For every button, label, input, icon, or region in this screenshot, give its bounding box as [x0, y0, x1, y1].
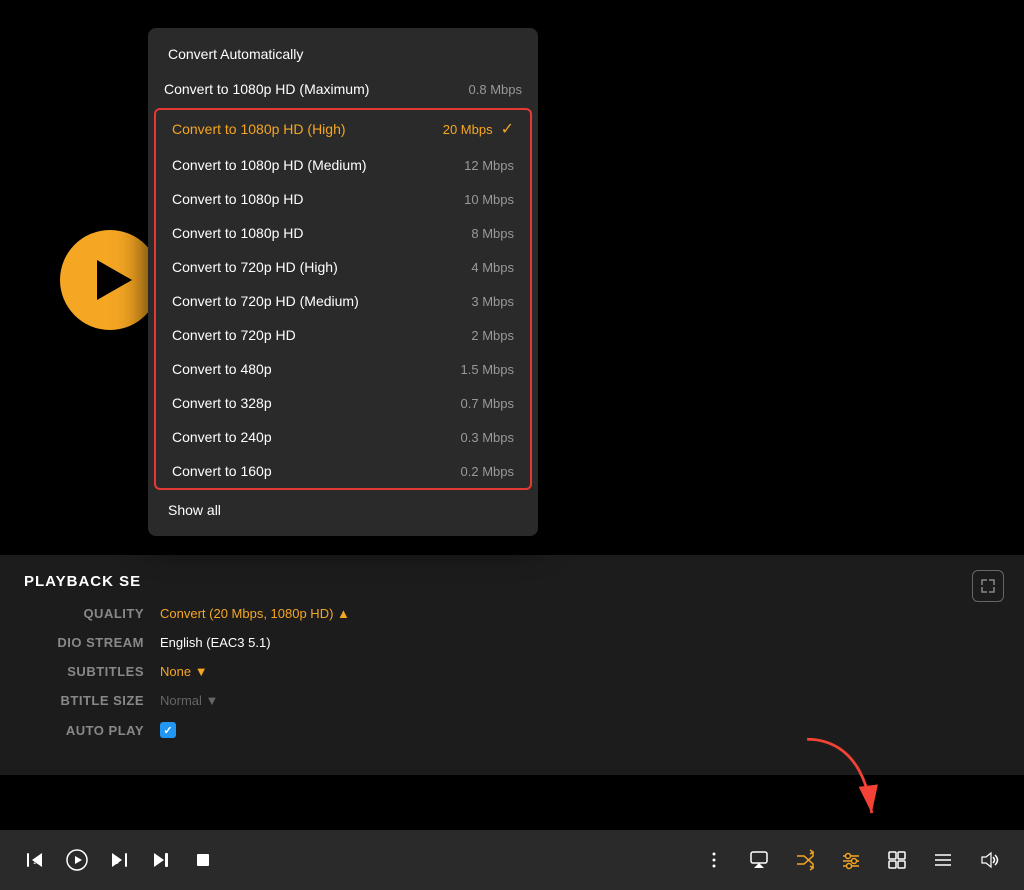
show-all-item[interactable]: Show all — [148, 492, 538, 528]
grid-icon — [886, 849, 908, 871]
dropdown-item-720[interactable]: Convert to 720p HD 2 Mbps — [156, 318, 530, 352]
item-label: Convert to 1080p HD (Maximum) — [164, 81, 461, 97]
quality-label: QUALITY — [24, 606, 144, 621]
auto-play-label: AUTO PLAY — [24, 723, 144, 738]
play-icon — [66, 849, 88, 871]
item-speed: 0.2 Mbps — [461, 464, 514, 479]
item-label: Convert to 1080p HD — [172, 225, 463, 241]
playback-settings-panel: PLAYBACK SE QUALITY Convert (20 Mbps, 10… — [0, 555, 1024, 775]
item-speed: 1.5 Mbps — [461, 362, 514, 377]
audio-stream-row: DIO STREAM English (EAC3 5.1) — [24, 635, 1000, 650]
item-label: Convert to 720p HD (Medium) — [172, 293, 463, 309]
volume-button[interactable] — [970, 841, 1008, 879]
play-button-large[interactable] — [60, 230, 160, 330]
dropdown-item-160[interactable]: Convert to 160p 0.2 Mbps — [156, 454, 530, 488]
settings-icon-area — [972, 570, 1004, 602]
subtitles-label: SUBTITLES — [24, 664, 144, 679]
stop-icon — [192, 849, 214, 871]
dropdown-item-240[interactable]: Convert to 240p 0.3 Mbps — [156, 420, 530, 454]
dropdown-item-720-high[interactable]: Convert to 720p HD (High) 4 Mbps — [156, 250, 530, 284]
subtitle-size-label: BTITLE SIZE — [24, 693, 144, 708]
more-button[interactable] — [696, 842, 732, 878]
checkmark-icon: ✓ — [501, 119, 514, 139]
item-label: Convert to 1080p HD (High) — [172, 121, 435, 137]
play-pause-button[interactable] — [58, 841, 96, 879]
item-label: Convert to 328p — [172, 395, 453, 411]
shuffle-icon — [794, 849, 816, 871]
controls-right — [696, 841, 1008, 879]
list-icon — [932, 849, 954, 871]
item-label: Convert to 160p — [172, 463, 453, 479]
auto-play-row: AUTO PLAY — [24, 722, 1000, 738]
expand-svg — [981, 579, 995, 593]
audio-stream-value: English (EAC3 5.1) — [160, 635, 271, 650]
expand-icon[interactable] — [972, 570, 1004, 602]
next-icon — [150, 849, 172, 871]
item-label: Convert to 1080p HD — [172, 191, 456, 207]
shuffle-button[interactable] — [786, 841, 824, 879]
item-speed: 2 Mbps — [471, 328, 514, 343]
dropdown-item-328[interactable]: Convert to 328p 0.7 Mbps — [156, 386, 530, 420]
dropdown-item-1080-8[interactable]: Convert to 1080p HD 8 Mbps — [156, 216, 530, 250]
item-speed: 0.8 Mbps — [469, 82, 522, 97]
controls-bar: 10 30 — [0, 830, 1024, 890]
dropdown-item-1080-10[interactable]: Convert to 1080p HD 10 Mbps — [156, 182, 530, 216]
settings-title: PLAYBACK SE — [24, 573, 1000, 590]
subtitle-size-value[interactable]: Normal ▼ — [160, 693, 218, 708]
list-view-button[interactable] — [924, 841, 962, 879]
item-speed: 10 Mbps — [464, 192, 514, 207]
item-label: Convert to 720p HD — [172, 327, 463, 343]
skip-forward-button[interactable]: 30 — [100, 841, 138, 879]
item-speed: 0.7 Mbps — [461, 396, 514, 411]
airplay-button[interactable] — [740, 841, 778, 879]
volume-icon — [978, 849, 1000, 871]
auto-play-checkbox[interactable] — [160, 722, 176, 738]
subtitles-value[interactable]: None ▼ — [160, 664, 208, 679]
item-label: Convert to 1080p HD (Medium) — [172, 157, 456, 173]
dropdown-item-480[interactable]: Convert to 480p 1.5 Mbps — [156, 352, 530, 386]
quality-value[interactable]: Convert (20 Mbps, 1080p HD) ▲ — [160, 606, 350, 621]
item-speed: 3 Mbps — [471, 294, 514, 309]
dropdown-item-max[interactable]: Convert to 1080p HD (Maximum) 0.8 Mbps — [148, 72, 538, 106]
item-speed: 20 Mbps — [443, 122, 493, 137]
subtitles-row: SUBTITLES None ▼ — [24, 664, 1000, 679]
item-label: Convert to 720p HD (High) — [172, 259, 463, 275]
audio-settings-button[interactable] — [832, 841, 870, 879]
item-speed: 0.3 Mbps — [461, 430, 514, 445]
controls-left: 10 30 — [16, 841, 696, 879]
dropdown-item-1080-medium[interactable]: Convert to 1080p HD (Medium) 12 Mbps — [156, 148, 530, 182]
quality-options-bordered: Convert to 1080p HD (High) 20 Mbps ✓ Con… — [154, 108, 532, 490]
stop-button[interactable] — [184, 841, 222, 879]
dropdown-item-720-medium[interactable]: Convert to 720p HD (Medium) 3 Mbps — [156, 284, 530, 318]
quality-dropdown: Convert Automatically Convert to 1080p H… — [148, 28, 538, 536]
convert-automatically-item[interactable]: Convert Automatically — [148, 36, 538, 72]
audio-stream-label: DIO STREAM — [24, 635, 144, 650]
grid-button[interactable] — [878, 841, 916, 879]
skip-back-icon: 10 — [24, 849, 46, 871]
svg-text:10: 10 — [33, 860, 40, 866]
more-icon — [704, 850, 724, 870]
dropdown-item-1080-high[interactable]: Convert to 1080p HD (High) 20 Mbps ✓ — [156, 110, 530, 148]
svg-text:30: 30 — [112, 860, 119, 866]
item-speed: 12 Mbps — [464, 158, 514, 173]
item-label: Convert to 240p — [172, 429, 453, 445]
next-button[interactable] — [142, 841, 180, 879]
skip-back-button[interactable]: 10 — [16, 841, 54, 879]
airplay-icon — [748, 849, 770, 871]
item-speed: 8 Mbps — [471, 226, 514, 241]
item-speed: 4 Mbps — [471, 260, 514, 275]
audio-settings-icon — [840, 849, 862, 871]
subtitle-size-row: BTITLE SIZE Normal ▼ — [24, 693, 1000, 708]
item-label: Convert to 480p — [172, 361, 453, 377]
quality-row: QUALITY Convert (20 Mbps, 1080p HD) ▲ — [24, 606, 1000, 621]
skip-forward-icon: 30 — [108, 849, 130, 871]
